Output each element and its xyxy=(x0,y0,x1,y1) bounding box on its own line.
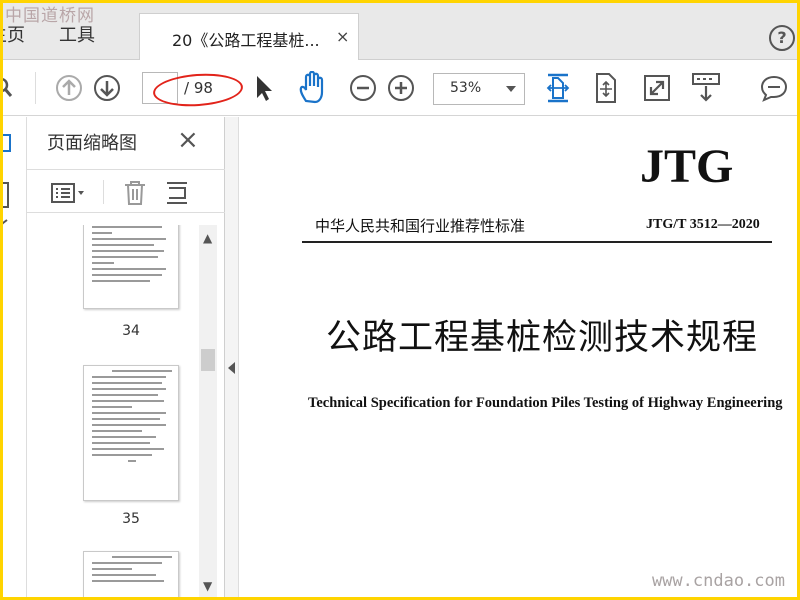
hand-icon[interactable] xyxy=(297,71,329,105)
thumbnail-list: 34 35 xyxy=(27,225,201,597)
document-view[interactable]: JTG 中华人民共和国行业推荐性标准 JTG/T 3512—2020 公路工程基… xyxy=(240,117,797,597)
next-page-icon[interactable] xyxy=(93,74,121,102)
document-title-en: Technical Specification for Foundation P… xyxy=(308,395,783,411)
menu-bar: 主页 工具 20《公路工程基桩... × ? xyxy=(3,3,797,61)
prev-page-icon[interactable] xyxy=(55,74,83,102)
document-title-cn: 公路工程基桩检测技术规程 xyxy=(326,318,759,358)
chevron-down-icon xyxy=(506,86,516,92)
fit-width-icon[interactable] xyxy=(593,72,619,104)
fullscreen-icon[interactable] xyxy=(643,74,671,102)
panel-toolbar xyxy=(27,169,225,213)
insert-page-icon[interactable] xyxy=(165,180,191,206)
thumbnail-page-number: 35 xyxy=(122,511,140,527)
fit-page-icon[interactable] xyxy=(545,72,571,104)
panel-title: 页面缩略图 xyxy=(47,133,137,154)
help-button[interactable]: ? xyxy=(769,25,795,51)
thumbnail-page[interactable] xyxy=(83,365,179,501)
thumbnail-page[interactable] xyxy=(83,225,179,309)
scrollbar-thumb[interactable] xyxy=(201,349,215,371)
scroll-up-icon[interactable]: ▲ xyxy=(203,231,212,245)
comment-icon[interactable] xyxy=(759,74,789,102)
divider xyxy=(302,241,772,243)
toolbar: / 98 53% xyxy=(3,60,797,116)
thumbnails-panel: 页面缩略图 × 34 35 ▲ ▼ xyxy=(27,117,225,597)
document-tab-title: 20《公路工程基桩... xyxy=(172,31,320,50)
bookmarks-rail-icon[interactable] xyxy=(3,181,13,209)
close-panel-button[interactable]: × xyxy=(177,125,199,155)
scroll-mode-icon[interactable] xyxy=(691,72,721,104)
watermark-top: 中国道桥网 xyxy=(5,6,95,26)
trash-icon[interactable] xyxy=(123,180,147,206)
collapse-panel-icon[interactable] xyxy=(228,362,235,374)
document-standard-type: 中华人民共和国行业推荐性标准 xyxy=(315,217,526,235)
document-tab[interactable]: 20《公路工程基桩... × xyxy=(139,13,359,61)
thumbnails-rail-icon[interactable] xyxy=(3,133,13,153)
thumbnail-page-number: 34 xyxy=(122,323,140,339)
close-tab-button[interactable]: × xyxy=(336,27,349,46)
watermark-bottom: www.cndao.com xyxy=(651,571,785,591)
left-rail xyxy=(3,117,27,597)
search-icon[interactable] xyxy=(3,76,15,100)
document-logo: JTG xyxy=(640,140,734,193)
select-cursor-icon[interactable] xyxy=(253,74,275,102)
thumbnail-options-icon[interactable] xyxy=(51,182,89,204)
thumbnail-scrollbar[interactable]: ▲ ▼ xyxy=(199,225,217,597)
zoom-in-icon[interactable] xyxy=(387,74,415,102)
toolbar-separator xyxy=(35,72,36,104)
document-code: JTG/T 3512—2020 xyxy=(646,217,760,232)
attachments-rail-icon[interactable] xyxy=(3,219,13,239)
scroll-down-icon[interactable]: ▼ xyxy=(203,579,212,593)
zoom-value: 53% xyxy=(450,80,482,96)
app-window: 中国道桥网 www.cndao.com 主页 工具 20《公路工程基桩... ×… xyxy=(3,3,797,597)
panel-splitter[interactable] xyxy=(225,117,239,597)
panel-separator xyxy=(103,180,104,204)
thumbnail-page[interactable] xyxy=(83,551,179,597)
zoom-select[interactable]: 53% xyxy=(433,73,525,105)
zoom-out-icon[interactable] xyxy=(349,74,377,102)
